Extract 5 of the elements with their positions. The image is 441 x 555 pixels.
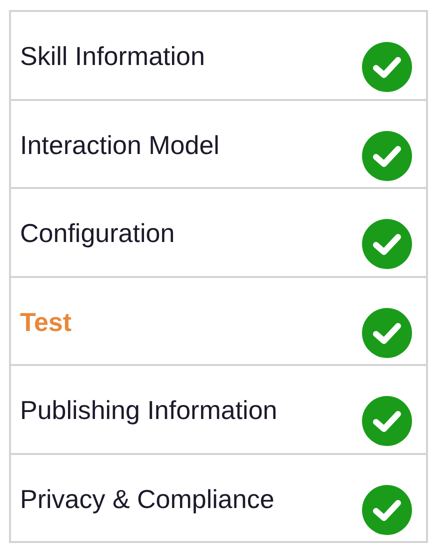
step-link[interactable]: Privacy & Compliance — [20, 484, 274, 514]
step-link[interactable]: Skill Information — [20, 41, 205, 72]
step-link[interactable]: Configuration — [20, 218, 175, 249]
step-link[interactable]: Publishing Information — [20, 395, 278, 426]
step-link[interactable]: Interaction Model — [20, 130, 220, 160]
